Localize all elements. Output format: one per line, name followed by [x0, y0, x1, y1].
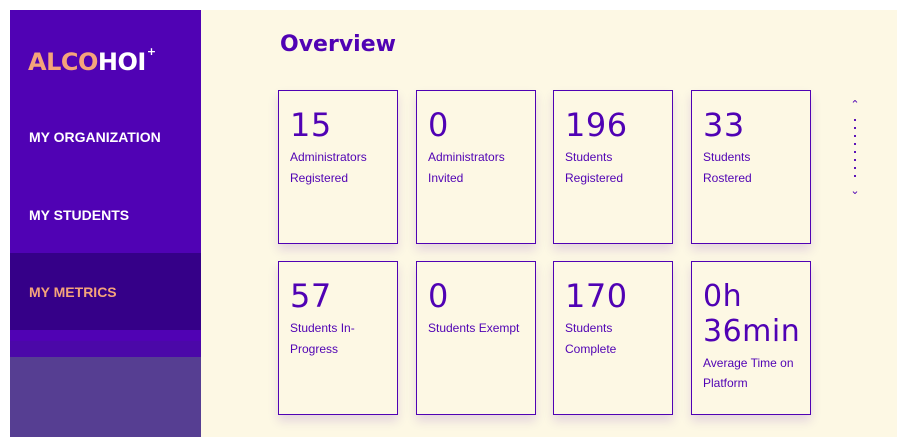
nav-label: MY STUDENTS [29, 206, 130, 223]
metric-value: 0 [428, 277, 449, 315]
alco101-logo[interactable]: ALCOHOI+ [28, 46, 156, 76]
metric-value: 33 [703, 106, 745, 144]
metric-value: 0 [428, 106, 449, 144]
metric-card-students-complete: 170 Students Complete [553, 261, 673, 415]
metric-label: Students In-Progress [290, 321, 355, 356]
metric-value: 15 [290, 106, 332, 144]
metric-label: Students Complete [565, 321, 617, 356]
chevron-down-icon[interactable]: ⌄ [850, 186, 859, 197]
window-edge [897, 10, 907, 437]
nav-empty-area [10, 357, 201, 437]
metric-label: Administrators Invited [428, 150, 505, 185]
nav-label: MY METRICS [29, 283, 117, 300]
metric-label: Students Exempt [428, 321, 520, 335]
scroll-dots[interactable] [854, 116, 856, 182]
metric-label: Average Time on Platform [703, 356, 794, 390]
metric-value: 196 [565, 106, 628, 144]
metric-label: Students Registered [565, 150, 624, 185]
nav-my-organization[interactable]: MY ORGANIZATION [10, 98, 201, 175]
page-title: Overview [280, 32, 396, 57]
metric-card-average-time: 0h 36min Average Time on Platform [691, 261, 811, 415]
main-content: Overview 15 Administrators Registered 0 … [201, 10, 897, 437]
metric-value: 0h 36min [703, 279, 801, 349]
metric-card-students-in-progress: 57 Students In-Progress [278, 261, 398, 415]
metric-card-admins-registered: 15 Administrators Registered [278, 90, 398, 244]
logo-text: ALCO [28, 48, 98, 76]
metric-label: Students Rostered [703, 150, 752, 185]
metric-card-students-exempt: 0 Students Exempt [416, 261, 536, 415]
metric-value: 170 [565, 277, 628, 315]
logo-number: HOI [97, 48, 146, 76]
nav-label: MY ORGANIZATION [29, 128, 161, 145]
nav-my-metrics[interactable]: MY METRICS [10, 253, 201, 330]
metric-label: Administrators Registered [290, 150, 367, 185]
sidebar: ALCOHOI+ MY ORGANIZATION MY STUDENTS MY … [10, 10, 201, 437]
metric-card-admins-invited: 0 Administrators Invited [416, 90, 536, 244]
nav-divider [10, 341, 201, 357]
chevron-up-icon[interactable]: ⌃ [850, 100, 859, 111]
carousel-scroll-indicator[interactable]: ⌃ ⌄ [850, 100, 860, 200]
metric-card-students-rostered: 33 Students Rostered [691, 90, 811, 244]
nav-my-students[interactable]: MY STUDENTS [10, 176, 201, 253]
metric-card-students-registered: 196 Students Registered [553, 90, 673, 244]
metric-value: 57 [290, 277, 332, 315]
logo-plus: + [146, 45, 156, 58]
